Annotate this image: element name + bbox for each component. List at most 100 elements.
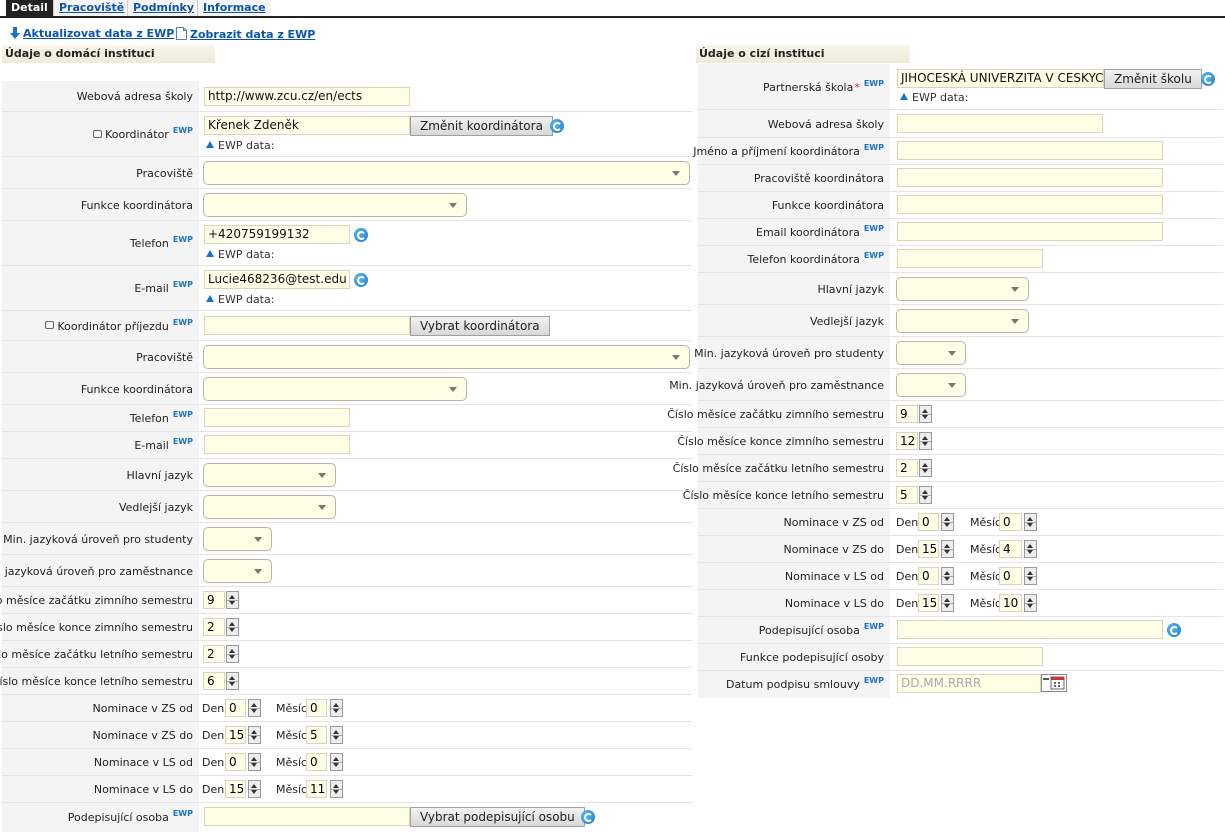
spinner-arrows-icon bbox=[1024, 540, 1037, 558]
home-min-students-select[interactable] bbox=[203, 527, 272, 551]
day-label: Den bbox=[896, 543, 919, 556]
home-phone-field[interactable]: +420759199132 bbox=[204, 225, 350, 244]
home-min-staff-label: Min. jazyková úroveň pro zaměstnance bbox=[0, 564, 193, 578]
foreign-signer-function-row: Funkce podepisující osoby bbox=[698, 644, 1223, 671]
home-arr-function-select[interactable] bbox=[203, 377, 467, 401]
month-label: Měsíc bbox=[970, 597, 1002, 610]
spinner-arrows-icon bbox=[1024, 594, 1037, 612]
foreign-school-row: Partnerská škola * EWP JIHOCESKÁ UNIVERZIT… bbox=[698, 64, 1223, 110]
foreign-min-students-row: Min. jazyková úroveň pro studenty bbox=[694, 337, 1223, 369]
home-function-select[interactable] bbox=[203, 193, 467, 217]
refresh-icon[interactable] bbox=[354, 273, 368, 287]
foreign-second-lang-label: Vedlejší jazyk bbox=[809, 314, 884, 328]
home-summer-end-label: Číslo měsíce konce letního semestru bbox=[0, 675, 193, 688]
home-arr-email-field[interactable] bbox=[204, 435, 350, 454]
home-arr-phone-field[interactable] bbox=[204, 408, 350, 427]
home-summer-start-label: Číslo měsíce začátku letního semestru bbox=[0, 648, 193, 661]
home-second-lang-select[interactable] bbox=[203, 495, 336, 519]
home-main-lang-label: Hlavní jazyk bbox=[126, 468, 193, 482]
chevron-down-icon bbox=[254, 569, 262, 574]
change-school-button[interactable]: Změnit školu bbox=[1104, 69, 1202, 89]
day-label: Den bbox=[202, 702, 225, 715]
foreign-coord-phone-label: Telefon koordinátora bbox=[747, 253, 860, 266]
month-label: Měsíc bbox=[970, 516, 1002, 529]
chevron-down-icon bbox=[1011, 287, 1019, 292]
foreign-min-staff-label: Min. jazyková úroveň pro zaměstnance bbox=[669, 378, 884, 392]
foreign-signer-function-field[interactable] bbox=[897, 647, 1043, 666]
home-winter-start-row: Číslo měsíce začátku zimního semestru 9 bbox=[0, 587, 692, 614]
home-web-label: Webová adresa školy bbox=[2, 81, 199, 112]
up-arrow-icon bbox=[206, 141, 214, 148]
up-arrow-icon bbox=[206, 295, 214, 302]
home-workplace-select[interactable] bbox=[203, 161, 690, 185]
foreign-ls-from-label: Nominace v LS od bbox=[784, 570, 884, 583]
month-label: Měsíc bbox=[276, 783, 308, 796]
home-arr-phone-row: Telefon EWP bbox=[2, 405, 692, 432]
chevron-down-icon bbox=[672, 171, 680, 176]
refresh-icon[interactable] bbox=[354, 228, 368, 242]
home-arrival-field[interactable] bbox=[204, 316, 410, 335]
tab-bar: Detail Pracoviště Podmínky Informace bbox=[0, 0, 1225, 18]
foreign-second-lang-select[interactable] bbox=[896, 309, 1029, 333]
chevron-down-icon bbox=[449, 203, 457, 208]
foreign-coord-phone-field[interactable] bbox=[897, 249, 1043, 268]
foreign-coord-workplace-field[interactable] bbox=[897, 168, 1163, 187]
foreign-coord-email-field[interactable] bbox=[897, 222, 1163, 241]
tab-informace[interactable]: Informace bbox=[197, 0, 271, 16]
select-signer-button[interactable]: Vybrat podepisující osobu bbox=[410, 807, 585, 827]
foreign-web-field[interactable] bbox=[897, 114, 1103, 133]
day-label: Den bbox=[896, 597, 919, 610]
refresh-icon[interactable] bbox=[1201, 72, 1215, 86]
tab-podminky[interactable]: Podmínky bbox=[127, 0, 200, 16]
ewp-badge: EWP bbox=[172, 126, 193, 135]
foreign-signer-field[interactable] bbox=[897, 620, 1163, 639]
chevron-down-icon bbox=[1011, 319, 1019, 324]
home-section-title: Údaje o domácí instituci bbox=[2, 45, 215, 63]
home-workplace-row: Pracoviště bbox=[2, 157, 692, 189]
home-winter-start-label: Číslo měsíce začátku zimního semestru bbox=[0, 594, 193, 607]
refresh-icon[interactable] bbox=[1167, 623, 1181, 637]
home-ls-to-label: Nominace v LS do bbox=[93, 783, 193, 796]
calendar-icon[interactable] bbox=[1041, 674, 1067, 692]
home-signer-field[interactable] bbox=[204, 807, 410, 826]
home-main-lang-select[interactable] bbox=[203, 463, 336, 487]
download-arrow-icon bbox=[10, 27, 20, 42]
foreign-school-field[interactable]: JIHOCESKÁ UNIVERZITA V CESKYCH bbox=[897, 69, 1104, 88]
foreign-summer-end-row: Číslo měsíce konce letního semestru 5 bbox=[683, 482, 1223, 509]
foreign-sign-date-field[interactable]: DD.MM.RRRR bbox=[897, 674, 1041, 693]
tab-detail[interactable]: Detail bbox=[6, 0, 53, 16]
change-coordinator-button[interactable]: Změnit koordinátora bbox=[410, 116, 553, 136]
show-ewp-data-link[interactable]: Zobrazit data z EWP bbox=[176, 27, 315, 43]
home-zs-from-label: Nominace v ZS od bbox=[92, 702, 194, 715]
foreign-min-staff-select[interactable] bbox=[896, 373, 966, 397]
home-arr-function-label: Funkce koordinátora bbox=[80, 382, 193, 396]
select-coordinator-button[interactable]: Vybrat koordinátora bbox=[410, 316, 550, 336]
refresh-icon[interactable] bbox=[550, 119, 564, 133]
home-arr-workplace-select[interactable] bbox=[203, 345, 690, 369]
home-min-staff-row: Min. jazyková úroveň pro zaměstnance bbox=[0, 555, 692, 587]
home-summer-start-row: Číslo měsíce začátku letního semestru 2 bbox=[0, 641, 692, 668]
foreign-summer-start-row: Číslo měsíce začátku letního semestru 2 bbox=[673, 455, 1223, 482]
update-from-ewp-link[interactable]: Aktualizovat data z EWP bbox=[10, 27, 174, 42]
spinner-arrows-icon bbox=[941, 540, 954, 558]
foreign-coord-function-field[interactable] bbox=[897, 195, 1163, 214]
spinner-arrows-icon bbox=[248, 780, 261, 798]
home-min-staff-select[interactable] bbox=[203, 559, 272, 583]
foreign-coord-email-label: Email koordinátora bbox=[756, 226, 860, 239]
refresh-icon[interactable] bbox=[581, 810, 595, 824]
home-coord-field[interactable]: Křenek Zdeněk bbox=[204, 116, 410, 135]
home-zs-to-label: Nominace v ZS do bbox=[92, 729, 194, 742]
home-web-field[interactable]: http://www.zcu.cz/en/ects bbox=[204, 87, 410, 106]
home-email-field[interactable]: Lucie468236@test.edu bbox=[204, 270, 350, 289]
foreign-zs-to-label: Nominace v ZS do bbox=[783, 543, 885, 556]
foreign-second-lang-row: Vedlejší jazyk bbox=[698, 305, 1223, 337]
home-arr-email-label: E-mail bbox=[134, 439, 169, 452]
foreign-ls-to-row: Nominace v LS do Den 15 Měsíc 10 bbox=[698, 590, 1223, 617]
foreign-main-lang-select[interactable] bbox=[896, 277, 1029, 301]
tab-pracoviste[interactable]: Pracoviště bbox=[53, 0, 130, 16]
ewp-data-note: EWP data: bbox=[900, 91, 968, 104]
home-phone-row: Telefon EWP +420759199132 EWP data: bbox=[2, 221, 692, 266]
foreign-coord-name-field[interactable] bbox=[897, 141, 1163, 160]
home-phone-label: Telefon bbox=[129, 237, 169, 250]
foreign-min-students-select[interactable] bbox=[896, 341, 966, 365]
